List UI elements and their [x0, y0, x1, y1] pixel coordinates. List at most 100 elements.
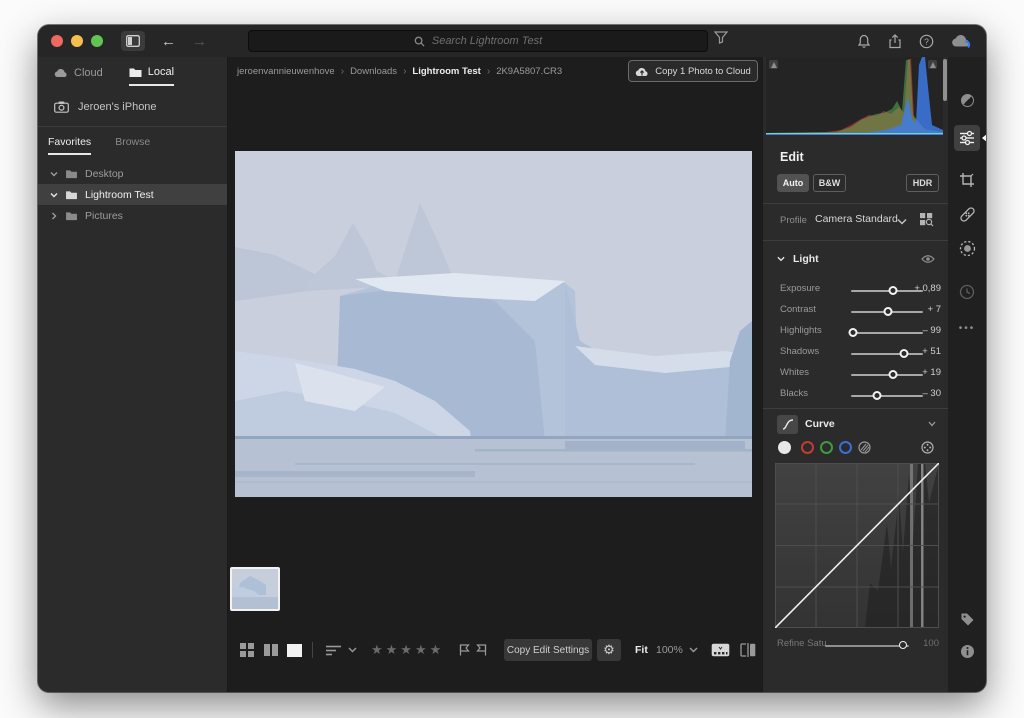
- bw-button[interactable]: B&W: [813, 174, 846, 192]
- copy-to-cloud-button[interactable]: Copy 1 Photo to Cloud: [628, 60, 758, 82]
- keywords-tag-icon[interactable]: [954, 606, 980, 632]
- slider-label: Exposure: [780, 283, 820, 294]
- before-after-icon[interactable]: [740, 635, 756, 665]
- tab-cloud-label: Cloud: [74, 67, 103, 79]
- slider-value: – 99: [903, 325, 941, 336]
- slider-label: Highlights: [780, 325, 822, 336]
- curve-channel-red[interactable]: [801, 441, 814, 454]
- filmstrip-thumbnail[interactable]: [230, 567, 280, 611]
- tab-favorites-label: Favorites: [48, 136, 91, 148]
- breadcrumb-item[interactable]: jeroenvannieuwenhove: [237, 66, 335, 77]
- folder-pictures[interactable]: Pictures: [38, 205, 227, 226]
- folder-label: Lightroom Test: [85, 189, 154, 201]
- cloud-sync-icon[interactable]: [951, 34, 972, 49]
- star-rating[interactable]: ★★★★★: [371, 635, 444, 665]
- slider-value: + 0,89: [903, 283, 941, 294]
- refine-slider-knob[interactable]: [899, 641, 907, 649]
- curve-channel-blue[interactable]: [839, 441, 852, 454]
- folder-desktop[interactable]: Desktop: [38, 163, 227, 184]
- slider-exposure: Exposure + 0,89: [763, 279, 949, 297]
- browse-profiles-icon[interactable]: [919, 212, 934, 227]
- back-arrow-icon[interactable]: ←: [161, 33, 176, 50]
- breadcrumb-item[interactable]: Downloads: [350, 66, 397, 77]
- curve-chevron-icon[interactable]: [928, 421, 936, 427]
- eye-icon[interactable]: [921, 254, 935, 264]
- cloud-upload-icon: [635, 66, 649, 77]
- sort-icon[interactable]: [326, 635, 341, 665]
- breadcrumb-separator: ›: [487, 66, 490, 77]
- versions-clock-icon[interactable]: [954, 279, 980, 305]
- fit-text: Fit: [635, 644, 648, 656]
- photo-canvas[interactable]: [235, 151, 752, 497]
- light-section-header[interactable]: Light: [777, 253, 819, 265]
- curve-target-icon[interactable]: [921, 441, 934, 454]
- grid-view-icon[interactable]: [240, 635, 254, 665]
- curve-channel-all[interactable]: [778, 441, 791, 454]
- hdr-button[interactable]: HDR: [906, 174, 939, 192]
- close-window-button[interactable]: [51, 35, 63, 47]
- zoom-level[interactable]: 100%: [656, 635, 683, 665]
- healing-tool-icon[interactable]: [954, 201, 980, 227]
- zoom-chevron-icon[interactable]: [689, 635, 698, 665]
- cloud-icon: [54, 68, 68, 78]
- notifications-bell-icon[interactable]: [857, 34, 871, 49]
- slider-knob[interactable]: [884, 307, 893, 316]
- panel-scrollbar[interactable]: [943, 59, 947, 101]
- histogram[interactable]: [766, 57, 943, 135]
- folder-label: Desktop: [85, 168, 124, 180]
- more-options-icon[interactable]: •••: [954, 315, 980, 341]
- edit-tool-icon[interactable]: [954, 125, 980, 151]
- settings-gear-button[interactable]: ⚙: [597, 639, 621, 661]
- curve-channel-green[interactable]: [820, 441, 833, 454]
- divider: [763, 408, 949, 409]
- tab-favorites[interactable]: Favorites: [48, 136, 91, 155]
- slider-knob[interactable]: [849, 328, 858, 337]
- curve-channel-parametric[interactable]: [858, 441, 871, 454]
- tab-local[interactable]: Local: [129, 66, 174, 86]
- profile-chevron-icon[interactable]: [897, 218, 907, 225]
- presets-icon[interactable]: [954, 87, 980, 113]
- compare-view-icon[interactable]: [264, 635, 278, 665]
- detail-view-icon[interactable]: [287, 635, 302, 665]
- filter-icon[interactable]: [714, 31, 728, 44]
- minimize-window-button[interactable]: [71, 35, 83, 47]
- crop-tool-icon[interactable]: [954, 167, 980, 193]
- active-tool-marker: [982, 134, 986, 142]
- filmstrip-toggle-icon[interactable]: [711, 635, 730, 665]
- slider-knob[interactable]: [889, 370, 898, 379]
- auto-button[interactable]: Auto: [777, 174, 809, 192]
- edit-panel: Edit Auto B&W HDR Profile Camera Standar…: [762, 57, 948, 692]
- highlight-clipping-button[interactable]: [928, 60, 937, 69]
- slider-whites: Whites + 19: [763, 363, 949, 381]
- tab-browse-label: Browse: [115, 136, 150, 148]
- search-input[interactable]: Search Lightroom Test: [248, 30, 708, 52]
- slider-knob[interactable]: [872, 391, 881, 400]
- device-item[interactable]: Jeroen's iPhone: [54, 101, 227, 113]
- zoom-window-button[interactable]: [91, 35, 103, 47]
- shadow-clipping-button[interactable]: [769, 60, 778, 69]
- share-icon[interactable]: [888, 34, 902, 49]
- profile-value-dropdown[interactable]: Camera Standard: [815, 213, 898, 225]
- copy-edit-settings-button[interactable]: Copy Edit Settings: [504, 639, 592, 661]
- tab-cloud[interactable]: Cloud: [54, 66, 103, 86]
- refine-slider-track[interactable]: [825, 645, 909, 647]
- info-icon[interactable]: [954, 638, 980, 664]
- tab-browse[interactable]: Browse: [115, 136, 150, 155]
- device-name: Jeroen's iPhone: [78, 101, 157, 113]
- breadcrumb-item-file[interactable]: 2K9A5807.CR3: [496, 66, 562, 77]
- folder-lightroom-test[interactable]: Lightroom Test: [38, 184, 227, 205]
- curve-icon[interactable]: [777, 415, 798, 434]
- source-tabs: Cloud Local: [38, 57, 227, 86]
- tone-curve-graph[interactable]: [775, 463, 939, 628]
- slider-knob[interactable]: [888, 286, 897, 295]
- masking-tool-icon[interactable]: [954, 235, 980, 261]
- flag-pick-icon[interactable]: [459, 635, 470, 665]
- auto-label: Auto: [783, 178, 804, 188]
- sort-chevron-icon[interactable]: [348, 635, 357, 665]
- breadcrumb-item-current[interactable]: Lightroom Test: [412, 66, 480, 77]
- flag-reject-icon[interactable]: [476, 635, 487, 665]
- sidebar-toggle-icon[interactable]: [121, 31, 145, 51]
- fit-label[interactable]: Fit: [635, 635, 648, 665]
- help-icon[interactable]: ?: [919, 34, 934, 49]
- forward-arrow-icon[interactable]: →: [192, 33, 207, 50]
